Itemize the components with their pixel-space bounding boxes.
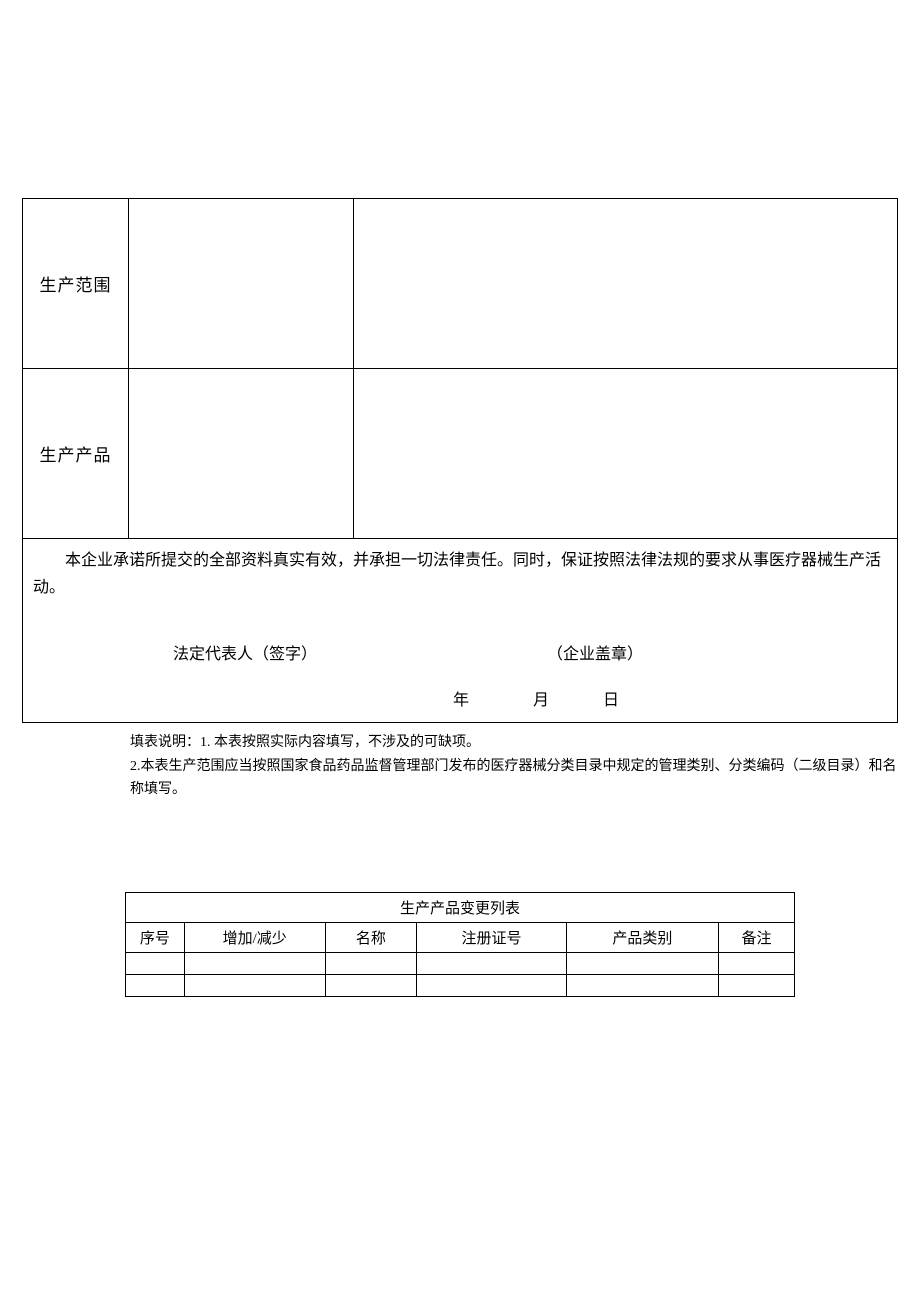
- signature-row: 法定代表人（签字） （企业盖章）: [33, 641, 887, 668]
- cell-product-col3[interactable]: [354, 369, 898, 539]
- date-day-label: 日: [603, 687, 621, 714]
- header-seq: 序号: [126, 923, 185, 953]
- form-notes: 填表说明：1. 本表按照实际内容填写，不涉及的可缺项。 2.本表生产范围应当按照…: [130, 731, 910, 802]
- date-month-label: 月: [533, 687, 551, 714]
- declaration-cell: 本企业承诺所提交的全部资料真实有效，并承担一切法律责任。同时，保证按照法律法规的…: [23, 539, 898, 723]
- cell-inc-dec[interactable]: [184, 975, 325, 997]
- cell-category[interactable]: [566, 953, 718, 975]
- table-row: [126, 975, 795, 997]
- cell-reg-no[interactable]: [417, 975, 567, 997]
- header-reg-no: 注册证号: [417, 923, 567, 953]
- row-production-scope: 生产范围: [23, 199, 898, 369]
- cell-reg-no[interactable]: [417, 953, 567, 975]
- cell-name[interactable]: [325, 975, 416, 997]
- cell-scope-col2[interactable]: [129, 199, 354, 369]
- main-form-table: 生产范围 生产产品 本企业承诺所提交的全部资料真实有效，并承担一切法律责任。同时…: [22, 198, 898, 723]
- header-remark: 备注: [718, 923, 794, 953]
- cell-remark[interactable]: [718, 975, 794, 997]
- change-table-title-row: 生产产品变更列表: [126, 893, 795, 923]
- note-1: 填表说明：1. 本表按照实际内容填写，不涉及的可缺项。: [130, 731, 910, 755]
- cell-seq[interactable]: [126, 975, 185, 997]
- header-name: 名称: [325, 923, 416, 953]
- cell-seq[interactable]: [126, 953, 185, 975]
- label-production-scope: 生产范围: [23, 199, 129, 369]
- row-declaration: 本企业承诺所提交的全部资料真实有效，并承担一切法律责任。同时，保证按照法律法规的…: [23, 539, 898, 723]
- change-table-title: 生产产品变更列表: [126, 893, 795, 923]
- date-row: 年 月 日: [33, 687, 887, 714]
- change-table-header-row: 序号 增加/减少 名称 注册证号 产品类别 备注: [126, 923, 795, 953]
- cell-remark[interactable]: [718, 953, 794, 975]
- header-inc-dec: 增加/减少: [184, 923, 325, 953]
- cell-category[interactable]: [566, 975, 718, 997]
- company-seal-label: （企业盖章）: [547, 641, 643, 668]
- date-year-label: 年: [453, 687, 471, 714]
- header-category: 产品类别: [566, 923, 718, 953]
- legal-rep-signature-label: 法定代表人（签字）: [173, 641, 317, 668]
- row-production-product: 生产产品: [23, 369, 898, 539]
- product-change-table: 生产产品变更列表 序号 增加/减少 名称 注册证号 产品类别 备注: [125, 892, 795, 997]
- note-2: 2.本表生产范围应当按照国家食品药品监督管理部门发布的医疗器械分类目录中规定的管…: [130, 755, 910, 803]
- cell-scope-col3[interactable]: [354, 199, 898, 369]
- cell-inc-dec[interactable]: [184, 953, 325, 975]
- cell-name[interactable]: [325, 953, 416, 975]
- declaration-text: 本企业承诺所提交的全部资料真实有效，并承担一切法律责任。同时，保证按照法律法规的…: [33, 547, 887, 601]
- table-row: [126, 953, 795, 975]
- label-production-product: 生产产品: [23, 369, 129, 539]
- cell-product-col2[interactable]: [129, 369, 354, 539]
